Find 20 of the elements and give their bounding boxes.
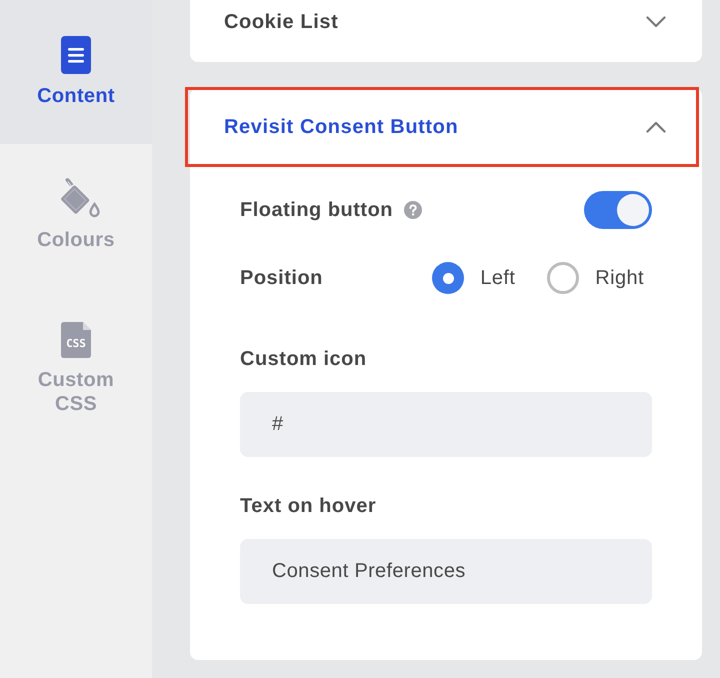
text-input-field[interactable]: Consent Preferences [240, 539, 652, 604]
document-icon [61, 36, 91, 74]
field-label: Custom icon [240, 348, 367, 370]
file-icon: CSS [61, 322, 91, 358]
setting-label: Position [240, 267, 323, 289]
accordion-header[interactable]: Revisit Consent Button [185, 87, 699, 167]
setting-label: Floating button [240, 199, 394, 221]
field-label: Text on hover [240, 495, 376, 517]
radio-button[interactable] [547, 262, 580, 294]
chevron-down-icon [646, 16, 666, 28]
chevron-up-icon [646, 121, 666, 133]
sidebar-tab[interactable]: Content [0, 0, 152, 144]
toggle-switch[interactable] [584, 191, 652, 229]
accordion-header[interactable]: Cookie List [190, 0, 702, 62]
paint-bucket-icon [60, 178, 100, 218]
help-icon[interactable] [404, 201, 422, 219]
radio-option-label[interactable]: Left [480, 266, 516, 290]
radio-option-label[interactable]: Right [595, 266, 644, 290]
text-input-field[interactable]: # [240, 392, 652, 457]
radio-button[interactable] [432, 262, 464, 294]
